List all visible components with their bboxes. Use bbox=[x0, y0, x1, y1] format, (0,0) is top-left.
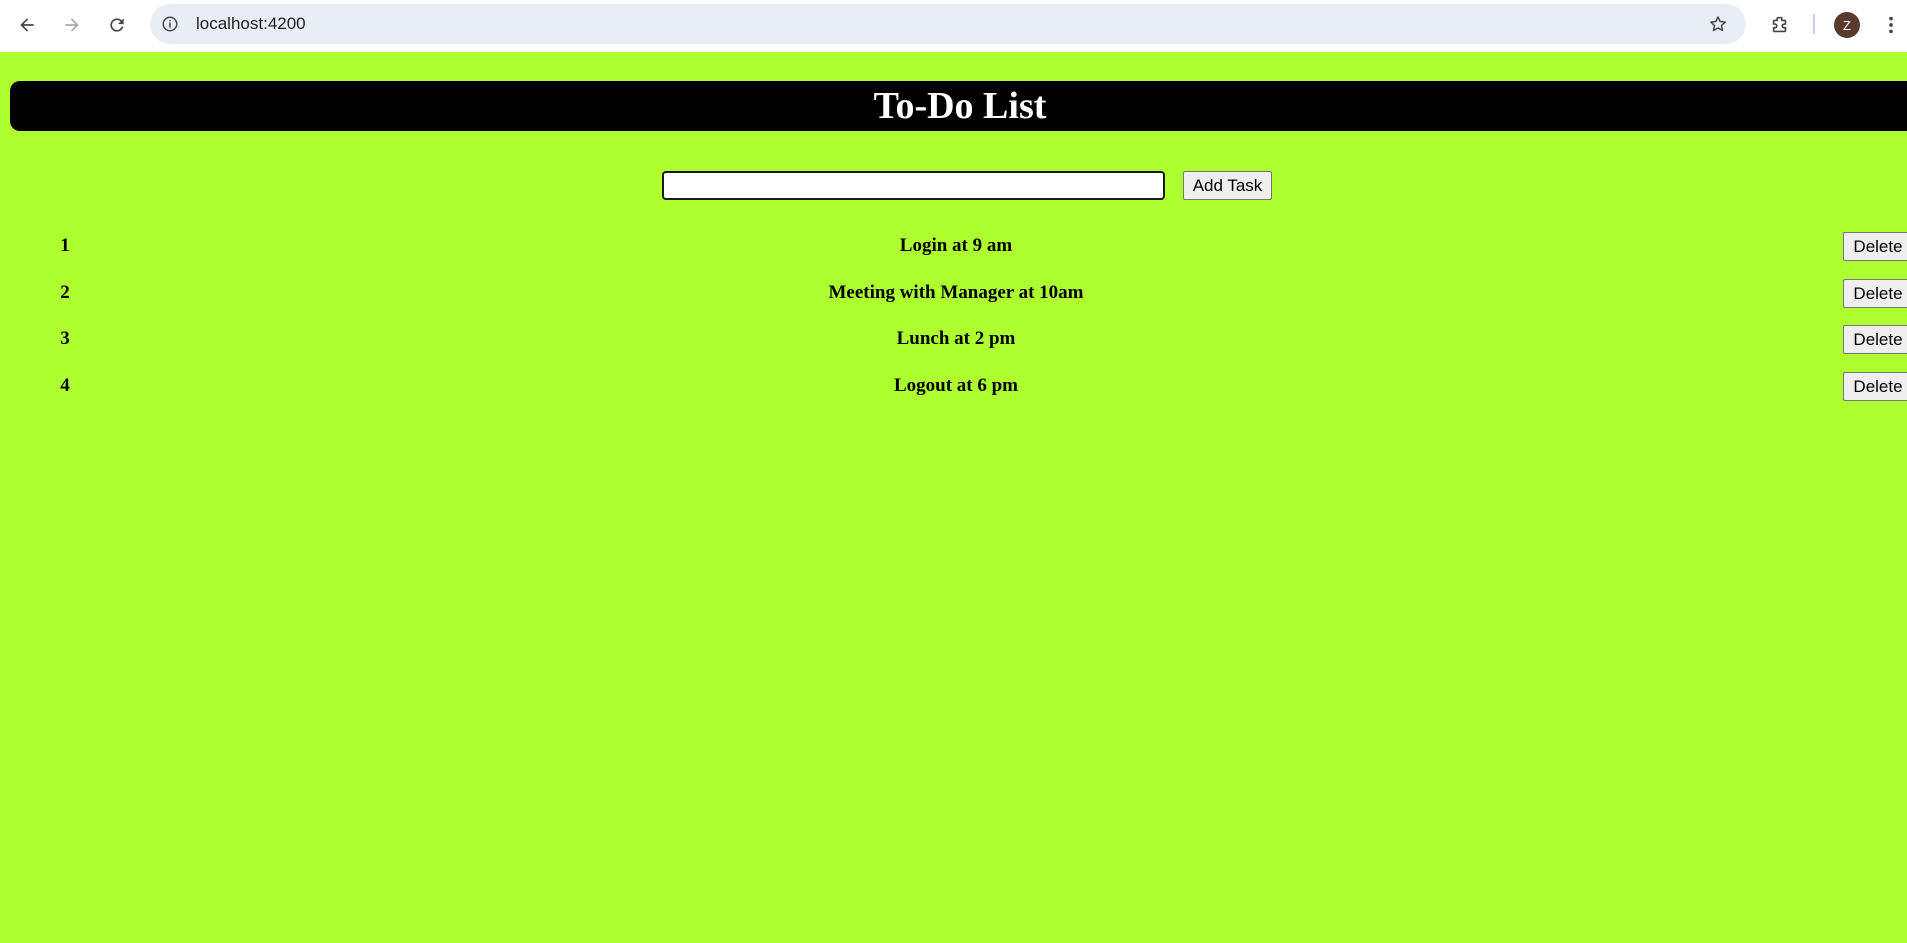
profile-avatar[interactable]: Z bbox=[1834, 12, 1860, 38]
task-row: 4 Logout at 6 pm Delete bbox=[0, 371, 1907, 401]
forward-icon bbox=[65, 18, 79, 32]
task-number: 4 bbox=[60, 375, 70, 396]
reload-icon bbox=[110, 18, 124, 32]
browser-toolbar: localhost:4200 Z bbox=[0, 0, 1907, 52]
task-row: 3 Lunch at 2 pm Delete bbox=[0, 324, 1907, 354]
url-text: localhost:4200 bbox=[196, 14, 306, 33]
header-bar: To-Do List bbox=[10, 81, 1907, 131]
extensions-icon[interactable] bbox=[1765, 10, 1795, 40]
site-info-icon[interactable] bbox=[158, 12, 182, 36]
task-input[interactable] bbox=[662, 171, 1165, 200]
toolbar-divider bbox=[1813, 14, 1815, 34]
forward-button[interactable] bbox=[56, 9, 88, 41]
task-number: 1 bbox=[60, 235, 70, 256]
bookmark-star-icon[interactable] bbox=[1706, 12, 1730, 36]
page-content: To-Do List Add Task 1 Login at 9 am Dele… bbox=[0, 52, 1907, 943]
back-icon bbox=[20, 18, 34, 32]
kebab-menu-icon[interactable] bbox=[1880, 10, 1902, 40]
delete-button[interactable]: Delete bbox=[1843, 232, 1907, 261]
reload-button[interactable] bbox=[101, 9, 133, 41]
task-row: 2 Meeting with Manager at 10am Delete bbox=[0, 278, 1907, 308]
delete-button[interactable]: Delete bbox=[1843, 325, 1907, 354]
back-button[interactable] bbox=[11, 9, 43, 41]
page-title: To-Do List bbox=[873, 85, 1047, 127]
task-text: Login at 9 am bbox=[899, 235, 1013, 256]
add-task-button[interactable]: Add Task bbox=[1183, 171, 1272, 200]
task-text: Logout at 6 pm bbox=[893, 375, 1019, 396]
task-text: Meeting with Manager at 10am bbox=[828, 282, 1084, 303]
address-bar[interactable]: localhost:4200 bbox=[150, 4, 1746, 44]
task-row: 1 Login at 9 am Delete bbox=[0, 231, 1907, 261]
delete-button[interactable]: Delete bbox=[1843, 372, 1907, 401]
delete-button[interactable]: Delete bbox=[1843, 279, 1907, 308]
task-number: 2 bbox=[60, 282, 70, 303]
task-text: Lunch at 2 pm bbox=[896, 328, 1016, 349]
task-number: 3 bbox=[60, 328, 70, 349]
